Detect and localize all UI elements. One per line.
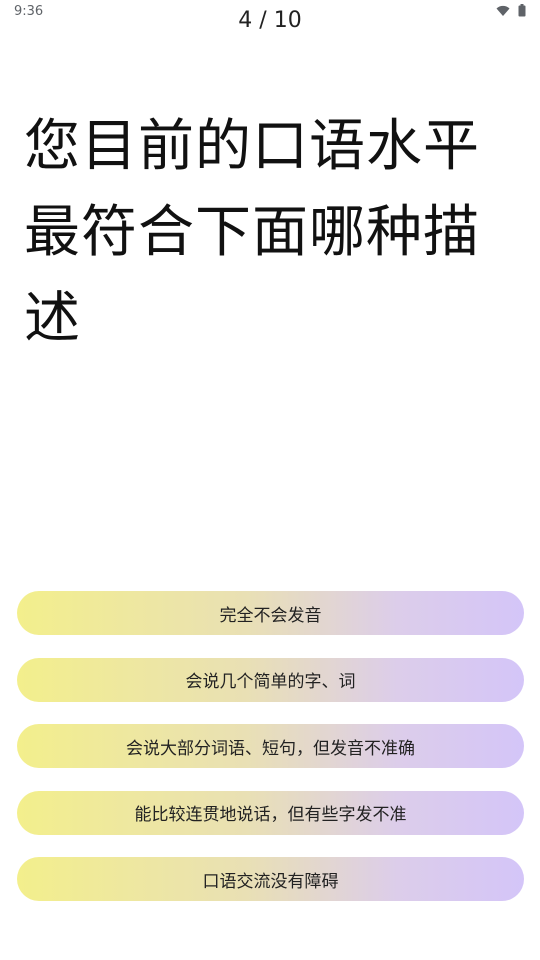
answer-options: 完全不会发音 会说几个简单的字、词 会说大部分词语、短句，但发音不准确 能比较连… [17, 591, 524, 924]
answer-option-button[interactable]: 口语交流没有障碍 [17, 857, 524, 901]
answer-option-button[interactable]: 会说几个简单的字、词 [17, 657, 524, 702]
answer-option-button[interactable]: 会说大部分词语、短句，但发音不准确 [17, 724, 524, 768]
answer-option-button[interactable]: 能比较连贯地说话，但有些字发不准 [17, 790, 524, 835]
question-text: 您目前的口语水平最符合下面哪种描述 [24, 114, 480, 351]
answer-option-button[interactable]: 完全不会发音 [17, 591, 524, 635]
question-progress: 4 / 10 [238, 8, 302, 33]
screen: 9:36 4 / 10 您目前的口语水平最符合下面哪种描述 完全不会发音 会说几… [0, 0, 540, 960]
